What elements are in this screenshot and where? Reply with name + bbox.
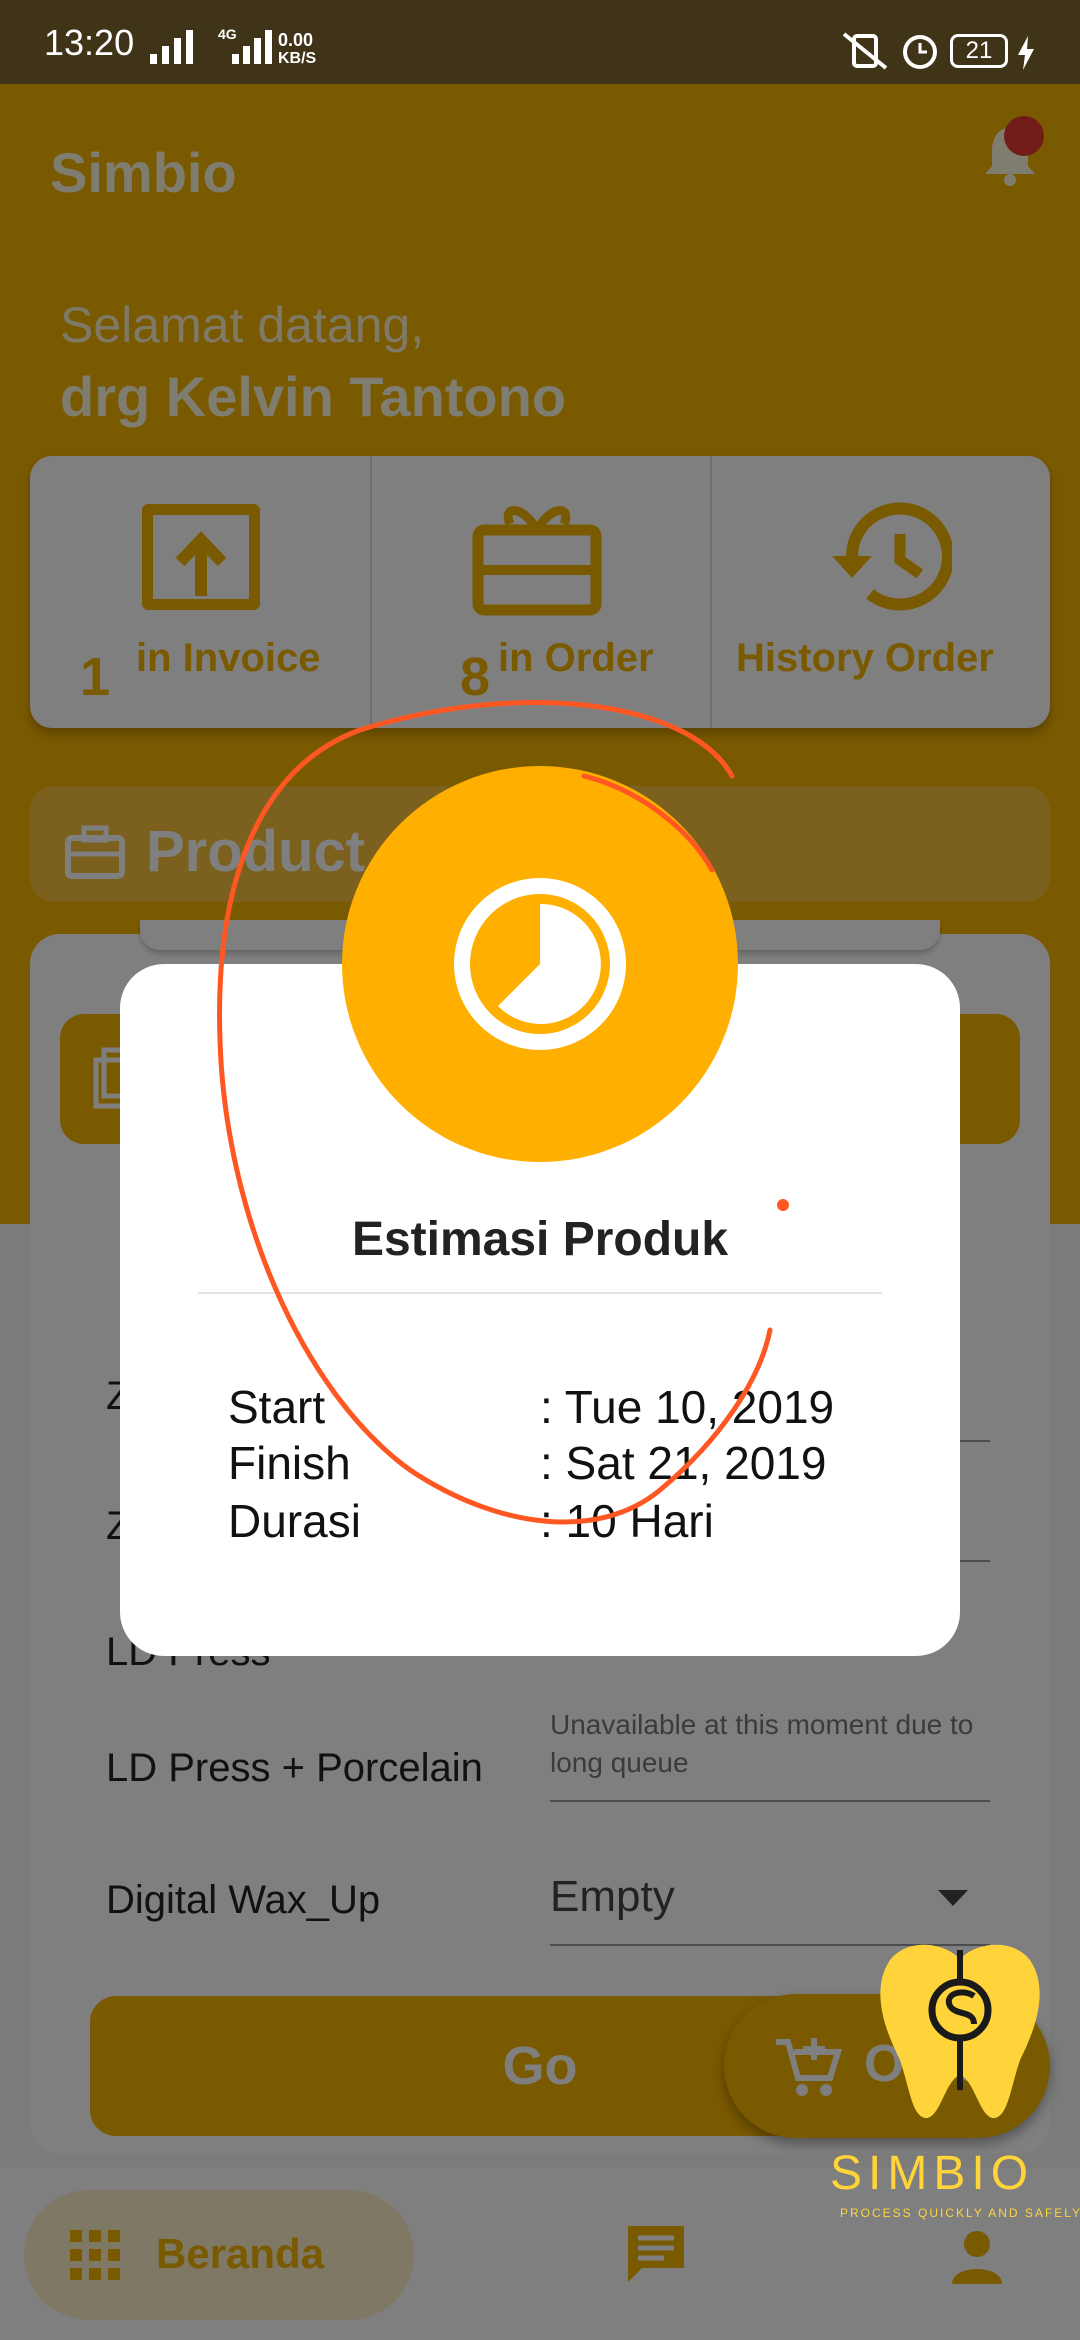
dialog-title: Estimasi Produk (351, 1213, 729, 1266)
duration-label: Durasi (228, 1495, 361, 1547)
simbio-watermark: SIMBIO PROCESS QUICKLY AND SAFELY (830, 1940, 1080, 2230)
watermark-brand: SIMBIO (830, 2147, 1035, 2200)
dialog-icon-circle (342, 766, 738, 1162)
start-value: : Tue 10, 2019 (540, 1381, 835, 1433)
vibrate-off-icon (842, 32, 888, 70)
finish-label: Finish (228, 1437, 351, 1489)
watermark-tagline: PROCESS QUICKLY AND SAFELY (840, 2206, 1080, 2220)
duration-value: : 10 Hari (540, 1495, 714, 1547)
status-time: 13:20 (44, 22, 135, 63)
signal-4g-icon (232, 30, 272, 64)
start-label: Start (228, 1381, 326, 1433)
dialog-divider (198, 1292, 882, 1294)
data-speed: 0.00 (278, 30, 314, 50)
data-speed-unit: KB/S (278, 50, 317, 67)
charging-icon (1018, 36, 1034, 70)
status-bar: 13:20 4G 0.00 KB/S 21 (0, 0, 1080, 84)
finish-value: : Sat 21, 2019 (540, 1437, 827, 1489)
signal-icon (150, 30, 193, 64)
pie-clock-icon (454, 878, 626, 1050)
alarm-icon (903, 35, 937, 69)
tooth-logo (880, 1944, 1040, 2119)
battery-indicator: 21 (950, 34, 1008, 68)
